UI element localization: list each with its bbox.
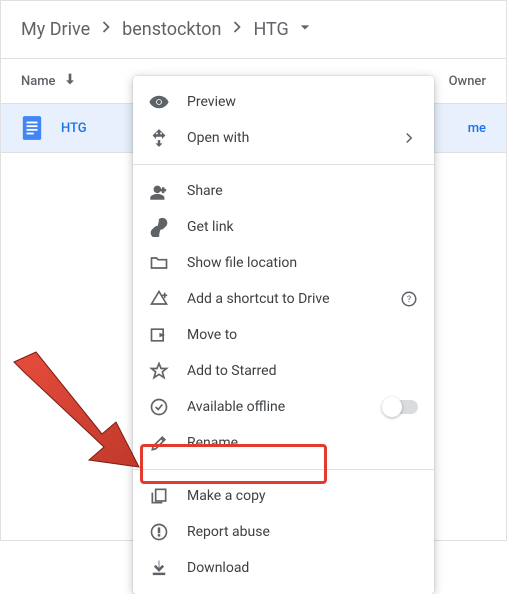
column-header-owner[interactable]: Owner bbox=[449, 74, 486, 89]
star-icon bbox=[149, 361, 169, 381]
menu-separator bbox=[133, 469, 434, 470]
menu-item-share[interactable]: Share bbox=[133, 173, 434, 209]
menu-label: Add to Starred bbox=[187, 363, 418, 379]
menu-label: Preview bbox=[187, 94, 418, 110]
help-icon[interactable]: ? bbox=[400, 290, 418, 308]
breadcrumb-item-current[interactable]: HTG bbox=[253, 19, 288, 40]
drive-shortcut-icon: + bbox=[149, 289, 169, 309]
menu-item-move-to[interactable]: Move to bbox=[133, 317, 434, 353]
eye-icon bbox=[149, 92, 169, 112]
annotation-arrow bbox=[4, 352, 149, 482]
menu-label: Report abuse bbox=[187, 524, 418, 540]
file-owner: me bbox=[468, 121, 486, 136]
menu-item-add-shortcut[interactable]: + Add a shortcut to Drive ? bbox=[133, 281, 434, 317]
dropdown-icon[interactable] bbox=[295, 17, 315, 42]
menu-item-preview[interactable]: Preview bbox=[133, 84, 434, 120]
breadcrumb: My Drive benstockton HTG bbox=[1, 1, 506, 58]
menu-label: Make a copy bbox=[187, 488, 418, 504]
google-doc-icon bbox=[21, 114, 43, 142]
menu-label: Move to bbox=[187, 327, 418, 343]
menu-label: Download bbox=[187, 560, 418, 576]
report-icon bbox=[149, 522, 169, 542]
context-menu: Preview Open with Share Get link Show fi… bbox=[133, 76, 434, 594]
sort-arrow-down-icon bbox=[62, 71, 78, 91]
menu-item-download[interactable]: Download bbox=[133, 550, 434, 586]
copy-icon bbox=[149, 486, 169, 506]
menu-separator bbox=[133, 164, 434, 165]
svg-text:?: ? bbox=[407, 295, 411, 305]
menu-label: Share bbox=[187, 183, 418, 199]
menu-label: Show file location bbox=[187, 255, 418, 271]
menu-item-available-offline[interactable]: Available offline bbox=[133, 389, 434, 425]
move-to-icon bbox=[149, 325, 169, 345]
menu-label: Get link bbox=[187, 219, 418, 235]
menu-item-show-location[interactable]: Show file location bbox=[133, 245, 434, 281]
rename-icon bbox=[149, 433, 169, 453]
menu-item-rename[interactable]: Rename bbox=[133, 425, 434, 461]
folder-icon bbox=[149, 253, 169, 273]
offline-icon bbox=[149, 397, 169, 417]
menu-item-make-copy[interactable]: Make a copy bbox=[133, 478, 434, 514]
menu-label: Rename bbox=[187, 435, 418, 451]
menu-item-report-abuse[interactable]: Report abuse bbox=[133, 514, 434, 550]
menu-item-add-starred[interactable]: Add to Starred bbox=[133, 353, 434, 389]
svg-text:+: + bbox=[162, 291, 167, 301]
file-name: HTG bbox=[61, 121, 87, 136]
toggle-off[interactable] bbox=[384, 400, 418, 414]
column-label: Name bbox=[21, 74, 56, 89]
menu-label: Available offline bbox=[187, 399, 384, 415]
column-label: Owner bbox=[449, 74, 486, 89]
menu-item-open-with[interactable]: Open with bbox=[133, 120, 434, 156]
column-header-name[interactable]: Name bbox=[21, 71, 78, 91]
breadcrumb-item[interactable]: My Drive bbox=[21, 19, 90, 40]
chevron-right-icon bbox=[400, 129, 418, 147]
breadcrumb-item[interactable]: benstockton bbox=[122, 19, 221, 40]
open-with-icon bbox=[149, 128, 169, 148]
menu-item-get-link[interactable]: Get link bbox=[133, 209, 434, 245]
download-icon bbox=[149, 558, 169, 578]
chevron-right-icon bbox=[227, 17, 247, 42]
person-add-icon bbox=[149, 181, 169, 201]
menu-label: Add a shortcut to Drive bbox=[187, 291, 400, 307]
link-icon bbox=[149, 217, 169, 237]
menu-label: Open with bbox=[187, 130, 400, 146]
chevron-right-icon bbox=[96, 17, 116, 42]
